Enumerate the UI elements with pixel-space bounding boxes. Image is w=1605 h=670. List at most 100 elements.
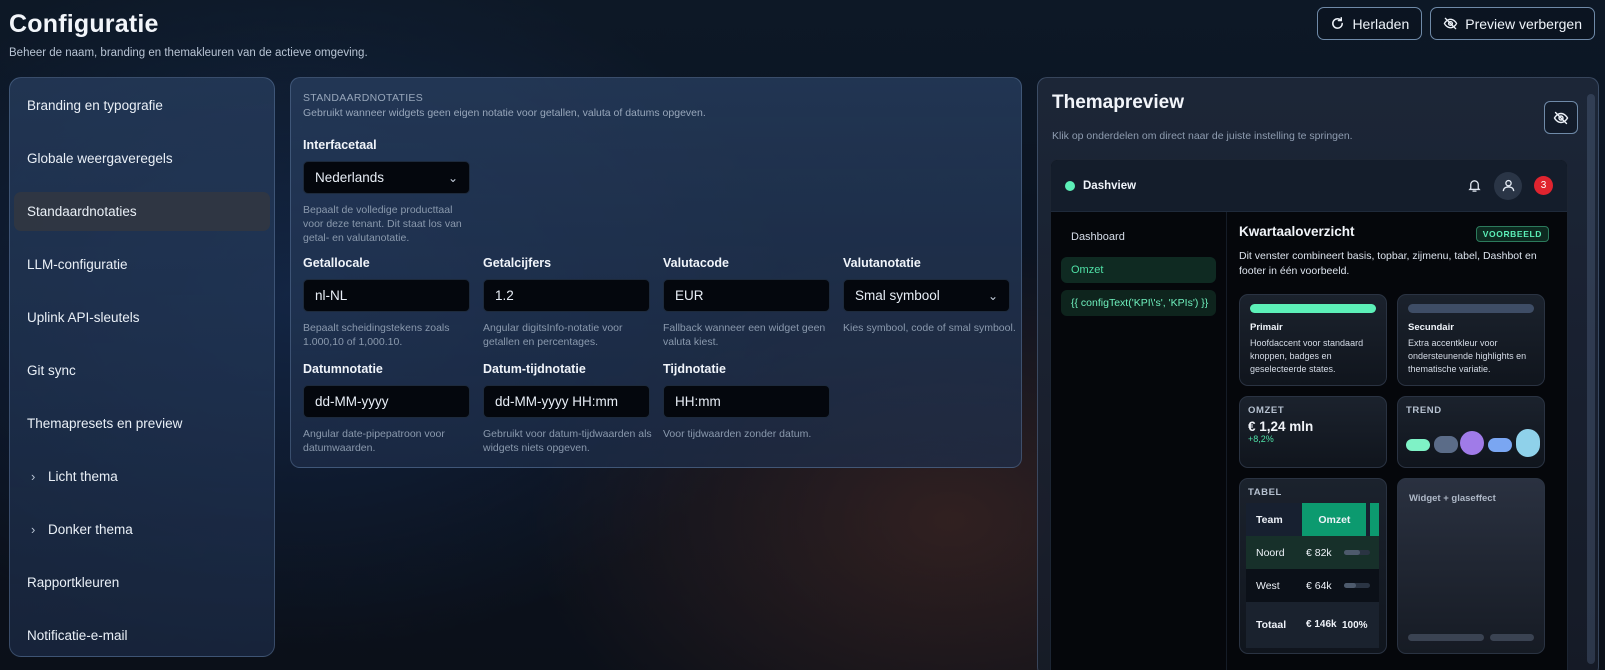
toggle-preview-button[interactable] — [1544, 101, 1578, 134]
page-title: Configuratie — [9, 10, 159, 38]
number-locale-input[interactable]: nl-NL — [303, 279, 470, 312]
secondary-color-tile[interactable]: Secundair Extra accentkleur voor onderst… — [1397, 294, 1545, 386]
table-total-row: Totaal € 146k 100% — [1246, 602, 1379, 648]
sidebar-item-notification-email[interactable]: Notificatie-e-mail — [14, 616, 270, 655]
mock-nav-revenue[interactable]: Omzet — [1061, 257, 1216, 283]
sidebar-item-label: LLM-configuratie — [27, 257, 128, 272]
brand-name: Dashview — [1083, 179, 1137, 192]
table-tile[interactable]: TABEL Team Omzet Noord € 82k West € 64k … — [1239, 478, 1387, 654]
sidebar-item-theme-presets[interactable]: Themapresets en preview — [14, 404, 270, 443]
date-notation-field: Datumnotatie dd-MM-yyyy Angular date-pip… — [303, 362, 473, 455]
preview-title: Themapreview — [1052, 92, 1184, 113]
topbar-icons: 3 — [1467, 171, 1553, 200]
date-notation-input[interactable]: dd-MM-yyyy — [303, 385, 470, 418]
field-label: Getallocale — [303, 256, 370, 270]
header-revenue: Omzet — [1302, 503, 1367, 536]
scrollbar[interactable] — [1587, 94, 1595, 664]
example-badge: VOORBEELD — [1475, 226, 1549, 242]
reload-button[interactable]: Herladen — [1317, 7, 1423, 40]
header-extra — [1370, 503, 1379, 536]
preview-mock-app[interactable]: Dashview 3 Dashboard Omzet {{ configText… — [1050, 159, 1568, 670]
time-notation-input[interactable]: HH:mm — [663, 385, 830, 418]
kpi-delta: +8,2% — [1248, 434, 1274, 444]
sidebar-item-label: Notificatie-e-mail — [27, 628, 128, 643]
select-value: Smal symbool — [855, 288, 940, 303]
mock-nav-dashboard[interactable]: Dashboard — [1061, 224, 1216, 250]
number-digits-input[interactable]: 1.2 — [483, 279, 650, 312]
interface-language-select[interactable]: Nederlands ⌄ — [303, 161, 470, 194]
sidebar-item-display-rules[interactable]: Globale weergaveregels — [14, 139, 270, 178]
brand-dot — [1065, 180, 1075, 191]
sidebar-item-label: Globale weergaveregels — [27, 151, 173, 166]
glass-widget-tile[interactable]: Widget + glaseffect — [1397, 478, 1545, 654]
sidebar-item-label: Rapportkleuren — [27, 575, 120, 590]
share-bar — [1344, 583, 1370, 588]
theme-preview-panel: Themapreview Klik op onderdelen om direc… — [1037, 77, 1599, 670]
sidebar-item-report-colors[interactable]: Rapportkleuren — [14, 563, 270, 602]
sidebar-item-dark-theme[interactable]: › Donker thema — [14, 510, 270, 549]
time-notation-field: Tijdnotatie HH:mm Voor tijdwaarden zonde… — [663, 362, 833, 441]
sidebar-item-branding[interactable]: Branding en typografie — [14, 86, 270, 125]
page-subtitle: Beheer de naam, branding en themakleuren… — [9, 47, 368, 59]
sidebar-item-label: Git sync — [27, 363, 76, 378]
sidebar-item-label: Branding en typografie — [27, 98, 163, 113]
secondary-swatch — [1408, 304, 1534, 313]
chevron-down-icon: ⌄ — [987, 288, 998, 303]
number-digits-field: Getalcijfers 1.2 Angular digitsInfo-nota… — [483, 256, 653, 349]
page-header: Configuratie Beheer de naam, branding en… — [9, 10, 368, 59]
currency-code-field: Valutacode EUR Fallback wanneer een widg… — [663, 256, 833, 349]
chevron-right-icon: › — [31, 522, 36, 537]
mock-sidebar[interactable]: Dashboard Omzet {{ configText('KPI\'s', … — [1051, 212, 1227, 670]
total-pct: 100% — [1342, 619, 1368, 631]
chevron-down-icon: ⌄ — [447, 170, 458, 185]
table-row: Noord € 82k — [1246, 536, 1379, 569]
total-label: Totaal — [1256, 619, 1287, 631]
currency-notation-select[interactable]: Smal symbool ⌄ — [843, 279, 1010, 312]
sidebar-item-notations[interactable]: Standaardnotaties — [14, 192, 270, 231]
bell-icon[interactable] — [1467, 178, 1482, 193]
hide-preview-button[interactable]: Preview verbergen — [1430, 7, 1595, 40]
share-bar-fill — [1344, 550, 1360, 555]
field-help: Angular digitsInfo-notatie voor getallen… — [483, 322, 623, 348]
input-value: dd-MM-yyyy HH:mm — [495, 394, 618, 409]
primary-color-tile[interactable]: Primair Hoofdaccent voor standaard knopp… — [1239, 294, 1387, 386]
currency-code-input[interactable]: EUR — [663, 279, 830, 312]
field-label: Getalcijfers — [483, 256, 552, 270]
sidebar-item-light-theme[interactable]: › Licht thema — [14, 457, 270, 496]
field-label: Datumnotatie — [303, 362, 383, 376]
glass-placeholder-bar — [1490, 634, 1534, 641]
reload-label: Herladen — [1352, 15, 1410, 32]
sidebar-item-llm[interactable]: LLM-configuratie — [14, 245, 270, 284]
field-help: Kies symbool, code of smal symbool. — [843, 322, 1016, 334]
mock-main: Kwartaaloverzicht VOORBEELD Dit venster … — [1227, 212, 1567, 670]
user-avatar[interactable] — [1494, 171, 1522, 200]
number-locale-field: Getallocale nl-NL Bepaalt scheidingsteke… — [303, 256, 473, 349]
mock-topbar[interactable]: Dashview 3 — [1051, 160, 1567, 212]
refresh-icon — [1332, 16, 1344, 29]
sidebar-item-label: Themapresets en preview — [27, 416, 183, 431]
sidebar-item-uplink-keys[interactable]: Uplink API-sleutels — [14, 298, 270, 337]
field-label: Valutanotatie — [843, 256, 921, 270]
trend-shapes — [1406, 429, 1540, 457]
trend-tile[interactable]: TREND — [1397, 396, 1545, 468]
header-team: Team — [1256, 513, 1283, 526]
secondary-description: Extra accentkleur voor ondersteunende hi… — [1408, 338, 1527, 374]
sidebar-item-git-sync[interactable]: Git sync — [14, 351, 270, 390]
share-bar — [1344, 550, 1370, 555]
field-help: Bepaalt scheidingstekens zoals 1.000,10 … — [303, 322, 450, 348]
team-cell: West — [1256, 579, 1280, 592]
revenue-kpi-tile[interactable]: OMZET € 1,24 mln +8,2% — [1239, 396, 1387, 468]
glass-placeholder-bar — [1408, 634, 1484, 641]
currency-notation-field: Valutanotatie Smal symbool ⌄ Kies symboo… — [843, 256, 1023, 335]
field-label: Valutacode — [663, 256, 729, 270]
datetime-notation-input[interactable]: dd-MM-yyyy HH:mm — [483, 385, 650, 418]
settings-sidebar: Branding en typografie Globale weergaver… — [9, 77, 275, 657]
share-cell — [1342, 569, 1379, 602]
input-value: dd-MM-yyyy — [315, 394, 389, 409]
header-actions: Herladen Preview verbergen — [1317, 7, 1595, 40]
mock-nav-kpis[interactable]: {{ configText('KPI\'s', 'KPIs') }} — [1061, 290, 1216, 316]
sidebar-item-label: Uplink API-sleutels — [27, 310, 140, 325]
team-cell: Noord — [1256, 546, 1285, 559]
mock-main-description: Dit venster combineert basis, topbar, zi… — [1239, 250, 1537, 277]
table-label: TABEL — [1248, 487, 1282, 498]
